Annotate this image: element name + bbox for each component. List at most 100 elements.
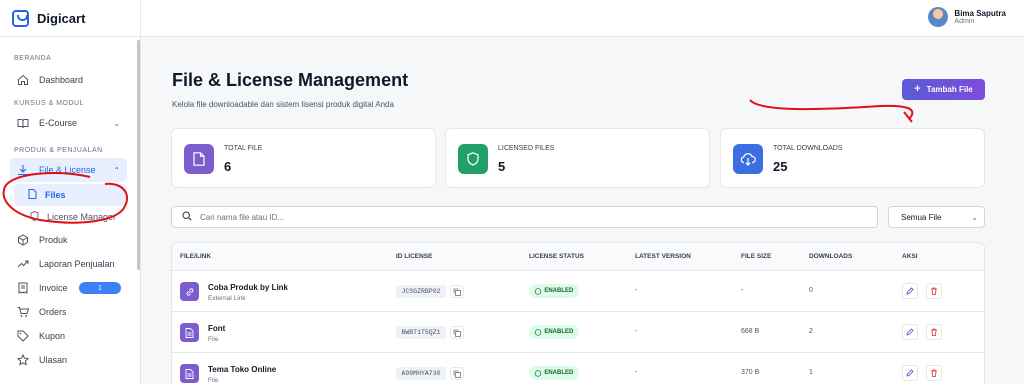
link-icon [180,282,199,301]
tag-icon [17,330,29,342]
sidebar-item-produk[interactable]: Produk [0,228,140,252]
sidebar-item-label: Kupon [39,331,66,341]
star-icon [17,354,29,366]
col-downloads: DOWNLOADS [809,253,853,260]
sidebar-item-laporan[interactable]: Laporan Penjualan [0,252,140,276]
search-input[interactable] [200,212,800,222]
add-file-label: Tambah File [926,85,973,94]
sidebar-scrollbar[interactable] [137,40,140,270]
latest-version: - [635,328,638,335]
license-id: A99MHYA730 [396,367,446,380]
file-size: - [741,287,744,294]
stat-card-total-file: TOTAL FILE 6 [171,128,436,188]
stat-value: 6 [224,159,232,174]
file-filter-select[interactable]: Semua File ⌄ [888,206,985,228]
col-latest-version: LATEST VERSION [635,253,691,260]
filter-value: Semua File [901,212,942,222]
file-size: 668 B [741,328,760,335]
table-row: Coba Produk by Link External Link JCSGZR… [172,271,984,312]
file-type: File [208,377,219,384]
stat-label: TOTAL FILE [224,145,263,152]
col-file-link: FILE/LINK [180,253,212,260]
sidebar-item-kupon[interactable]: Kupon [0,324,140,348]
stat-value: 25 [773,159,788,174]
sidebar-item-ulasan[interactable]: Ulasan [0,348,140,372]
sidebar-item-label: License Manager [47,212,117,222]
edit-button[interactable] [902,324,918,340]
brand[interactable]: Digicart [0,0,140,37]
copy-icon[interactable] [450,326,464,339]
sidebar: Digicart BERANDA Dashboard KURSUS & MODU… [0,0,141,384]
page-subtitle: Kelola file downloadable dan sistem lise… [172,100,394,109]
sidebar-item-invoice[interactable]: Invoice 1 [0,276,140,300]
file-type: External Link [208,295,246,302]
sidebar-item-label: Produk [39,235,68,245]
sidebar-item-orders[interactable]: Orders [0,300,140,324]
brand-name: Digicart [37,10,86,26]
avatar [928,7,949,27]
invoice-count-badge: 1 [79,282,121,294]
sidebar-subitem-files[interactable]: Files [14,184,127,206]
sidebar-item-ecourse[interactable]: E-Course ⌄ [0,111,140,135]
book-icon [17,117,29,129]
section-kursus: KURSUS & MODUL [14,100,85,107]
status-badge: ◯ ENABLED [529,366,579,380]
search-icon [182,208,192,226]
top-bar: Bima Saputra Admin [141,0,1024,37]
user-menu[interactable]: Bima Saputra Admin [928,7,1006,27]
file-type: File [208,336,219,343]
delete-button[interactable] [926,324,942,340]
shield-check-icon: ◯ [534,370,542,377]
stat-label: LICENSED FILES [498,145,555,152]
license-id: JCSGZRBP02 [396,285,446,298]
chevron-down-icon: ⌄ [971,212,978,222]
status-text: ENABLED [544,288,574,294]
section-produk: PRODUK & PENJUALAN [14,147,103,154]
invoice-icon [17,282,29,294]
file-icon [180,364,199,383]
search-box [171,206,878,228]
user-role: Admin [954,18,975,25]
edit-button[interactable] [902,365,918,381]
delete-button[interactable] [926,365,942,381]
status-text: ENABLED [544,329,574,335]
edit-button[interactable] [902,283,918,299]
sidebar-subitem-license-manager[interactable]: License Manager [0,206,140,228]
copy-icon[interactable] [450,367,464,380]
shopping-bag-icon [12,9,29,27]
sidebar-item-label: Laporan Penjualan [39,259,115,269]
status-badge: ◯ ENABLED [529,325,579,339]
sidebar-item-dashboard[interactable]: Dashboard [0,68,140,92]
trending-up-icon [17,258,29,270]
stat-label: TOTAL DOWNLOADS [773,145,843,152]
downloads-count: 1 [809,369,813,376]
col-id-license: ID LICENSE [396,253,433,260]
col-license-status: LICENSE STATUS [529,253,585,260]
license-id: BWBT1T5QZ1 [396,326,446,339]
status-text: ENABLED [544,370,574,376]
sidebar-item-label: Dashboard [39,75,84,85]
app: Digicart BERANDA Dashboard KURSUS & MODU… [0,0,1024,384]
file-name[interactable]: Coba Produk by Link [208,283,288,292]
col-file-size: FILE SIZE [741,253,772,260]
add-file-button[interactable]: + Tambah File [902,79,985,100]
latest-version: - [635,369,638,376]
cloud-download-icon [733,144,763,174]
shield-check-icon: ◯ [534,329,542,336]
copy-icon[interactable] [450,285,464,298]
file-icon [180,323,199,342]
file-name[interactable]: Tema Toko Online [208,365,276,374]
downloads-count: 2 [809,328,813,335]
sidebar-item-label: Ulasan [39,355,68,365]
downloads-count: 0 [809,287,813,294]
chevron-down-icon: ⌄ [113,118,120,128]
section-beranda: BERANDA [14,55,52,62]
stat-card-licensed-files: LICENSED FILES 5 [445,128,710,188]
cart-icon [17,306,29,318]
sidebar-item-file-license[interactable]: File & License ⌃ [10,158,127,182]
file-icon [184,144,214,174]
file-name[interactable]: Font [208,324,225,333]
shield-icon [458,144,488,174]
delete-button[interactable] [926,283,942,299]
box-icon [17,234,29,246]
